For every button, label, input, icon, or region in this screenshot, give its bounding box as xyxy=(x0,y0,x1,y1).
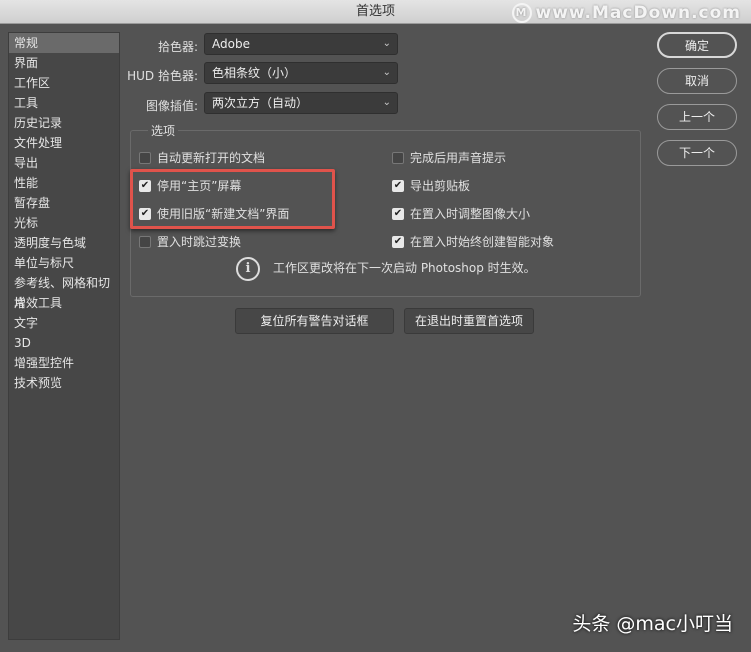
sidebar-item[interactable]: 性能 xyxy=(9,173,119,193)
watermark: Mwww.MacDown.com xyxy=(511,3,741,23)
chevron-down-icon: ⌄ xyxy=(382,97,391,108)
option-checkbox[interactable]: 完成后用声音提示 xyxy=(392,149,506,166)
sidebar-item[interactable]: 3D xyxy=(9,333,119,353)
reset-warnings-button[interactable]: 复位所有警告对话框 xyxy=(235,308,394,334)
sidebar-item[interactable]: 界面 xyxy=(9,53,119,73)
option-label: 自动更新打开的文档 xyxy=(157,151,266,165)
sidebar-item[interactable]: 光标 xyxy=(9,213,119,233)
option-label: 置入时跳过变换 xyxy=(157,235,242,249)
checkmark-icon[interactable]: ✔ xyxy=(392,235,404,248)
sidebar-item[interactable]: 增强型控件 xyxy=(9,353,119,373)
hud-picker-label: HUD 拾色器: xyxy=(127,69,198,83)
option-label: 在置入时调整图像大小 xyxy=(410,207,531,221)
sidebar-item[interactable]: 工具 xyxy=(9,93,119,113)
window-title: 首选项 xyxy=(355,4,395,19)
chevron-down-icon: ⌄ xyxy=(382,38,391,49)
hud-picker-value: 色相条纹（小） xyxy=(212,66,297,80)
option-checkbox[interactable]: ✔ 在置入时始终创建智能对象 xyxy=(392,233,554,250)
interpolation-label: 图像插值: xyxy=(145,99,198,113)
checkbox-box[interactable] xyxy=(392,151,404,164)
highlight-box xyxy=(130,169,335,229)
interpolation-value: 两次立方（自动） xyxy=(212,96,309,110)
checkbox-box[interactable] xyxy=(139,151,151,164)
color-picker-value: Adobe xyxy=(212,37,250,51)
sidebar: 常规 界面 工作区 工具 历史记录 文件处理 导出 性能 暂存盘 光标 透明度与色域 单位与标尺 参考线… xyxy=(8,32,120,640)
watermark-text: www.MacDown.com xyxy=(535,3,741,23)
option-checkbox[interactable]: 置入时跳过变换 xyxy=(139,233,241,250)
sidebar-item[interactable]: 透明度与色域 xyxy=(9,233,119,253)
option-label: 完成后用声音提示 xyxy=(410,151,507,165)
sidebar-item[interactable]: 参考线、网格和切片 xyxy=(9,273,119,310)
info-icon: i xyxy=(236,257,260,281)
option-checkbox[interactable]: ✔ 导出剪贴板 xyxy=(392,177,470,194)
option-label: 导出剪贴板 xyxy=(410,179,471,193)
checkmark-icon[interactable]: ✔ xyxy=(392,207,404,220)
color-picker-label: 拾色器: xyxy=(157,40,198,54)
reset-on-quit-button[interactable]: 在退出时重置首选项 xyxy=(404,308,534,334)
info-text: 工作区更改将在下一次启动 Photoshop 时生效。 xyxy=(273,261,536,275)
interpolation-select[interactable]: 两次立方（自动） ⌄ xyxy=(204,92,398,114)
sidebar-item[interactable]: 暂存盘 xyxy=(9,193,119,213)
sidebar-item[interactable]: 单位与标尺 xyxy=(9,253,119,273)
option-label: 在置入时始终创建智能对象 xyxy=(410,235,555,249)
option-checkbox[interactable]: ✔ 在置入时调整图像大小 xyxy=(392,205,530,222)
hud-picker-select[interactable]: 色相条纹（小） ⌄ xyxy=(204,62,398,84)
sidebar-item[interactable]: 文件处理 xyxy=(9,133,119,153)
sidebar-item[interactable]: 增效工具 xyxy=(9,293,119,313)
footer-watermark: 头条 @mac小叮当 xyxy=(572,613,733,635)
options-title: 选项 xyxy=(148,122,179,139)
sidebar-item[interactable]: 技术预览 xyxy=(9,373,119,393)
cancel-button[interactable]: 取消 xyxy=(657,68,737,94)
prev-button[interactable]: 上一个 xyxy=(657,104,737,130)
macdown-logo-icon: M xyxy=(511,3,532,23)
checkbox-box[interactable] xyxy=(139,235,151,248)
option-checkbox[interactable]: 自动更新打开的文档 xyxy=(139,149,265,166)
color-picker-select[interactable]: Adobe ⌄ xyxy=(204,33,398,55)
ok-button[interactable]: 确定 xyxy=(657,32,737,58)
next-button[interactable]: 下一个 xyxy=(657,140,737,166)
sidebar-item[interactable]: 文字 xyxy=(9,313,119,333)
sidebar-item[interactable]: 历史记录 xyxy=(9,113,119,133)
sidebar-item[interactable]: 工作区 xyxy=(9,73,119,93)
checkmark-icon[interactable]: ✔ xyxy=(392,179,404,192)
sidebar-item[interactable]: 导出 xyxy=(9,153,119,173)
sidebar-item[interactable]: 常规 xyxy=(9,33,119,53)
chevron-down-icon: ⌄ xyxy=(382,67,391,78)
